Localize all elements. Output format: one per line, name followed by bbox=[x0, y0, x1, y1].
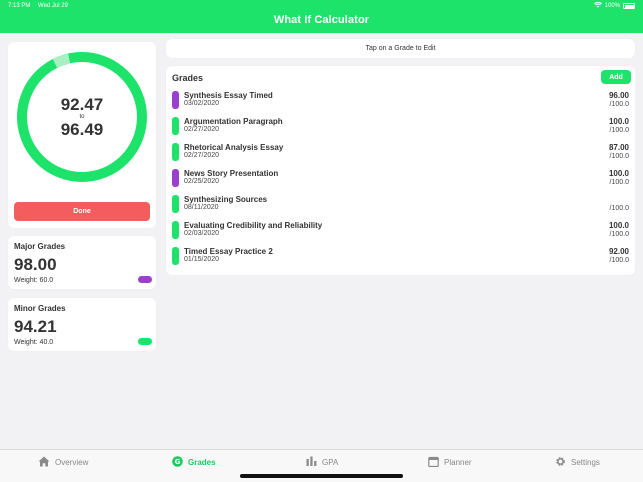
home-icon bbox=[38, 456, 50, 469]
grade-type-indicator bbox=[172, 195, 179, 213]
tab-label: Settings bbox=[571, 457, 600, 467]
major-grades-card[interactable]: Major Grades 98.00 Weight: 60.0 bbox=[8, 236, 156, 289]
grade-name: Evaluating Credibility and Reliability bbox=[184, 221, 323, 230]
grade-date: 01/15/2020 bbox=[184, 256, 220, 263]
grade-type-indicator bbox=[172, 91, 179, 109]
add-grade-button[interactable]: Add bbox=[601, 70, 631, 84]
major-grades-title: Major Grades bbox=[14, 242, 66, 251]
minor-grades-title: Minor Grades bbox=[14, 304, 66, 313]
tap-hint-banner: Tap on a Grade to Edit bbox=[166, 39, 635, 58]
tab-grades[interactable]: G Grades bbox=[172, 455, 216, 469]
battery-percent: 100% bbox=[604, 3, 620, 9]
grade-type-indicator bbox=[172, 247, 179, 265]
minor-grades-value: 94.21 bbox=[14, 317, 57, 336]
app-header: 7:13 PM Wed Jul 29 100% What If Calculat… bbox=[0, 0, 643, 33]
major-grades-value: 98.00 bbox=[14, 255, 57, 274]
grade-name: Timed Essay Practice 2 bbox=[184, 247, 273, 256]
calendar-icon bbox=[428, 456, 439, 469]
grade-max: /100.0 bbox=[609, 205, 629, 212]
grade-score: 100.0 bbox=[608, 221, 629, 230]
grade-row[interactable]: Timed Essay Practice 2 01/15/2020 92.00 … bbox=[166, 247, 635, 271]
grade-name: Argumentation Paragraph bbox=[184, 117, 283, 126]
grade-date: 08/11/2020 bbox=[184, 204, 219, 211]
grade-range-card: 92.47 to 96.49 Done bbox=[8, 42, 156, 228]
minor-color-indicator bbox=[138, 338, 152, 345]
tab-bar: Overview G Grades GPA Planner Settings bbox=[0, 449, 643, 482]
status-date: Wed Jul 29 bbox=[38, 3, 68, 9]
minor-grades-weight: Weight: 40.0 bbox=[14, 339, 54, 346]
grade-row[interactable]: Synthesizing Sources 08/11/2020 /100.0 bbox=[166, 195, 635, 219]
tab-settings[interactable]: Settings bbox=[555, 455, 600, 469]
grade-max: /100.0 bbox=[609, 101, 629, 108]
grade-name: Synthesis Essay Timed bbox=[184, 91, 273, 100]
grade-row[interactable]: Argumentation Paragraph 02/27/2020 100.0… bbox=[166, 117, 635, 141]
grade-max: /100.0 bbox=[609, 179, 629, 186]
grade-max: /100.0 bbox=[609, 153, 629, 160]
status-time: 7:13 PM bbox=[8, 3, 31, 9]
bar-chart-icon bbox=[306, 456, 317, 468]
grade-row[interactable]: Rhetorical Analysis Essay 02/27/2020 87.… bbox=[166, 143, 635, 167]
tab-overview[interactable]: Overview bbox=[38, 455, 88, 469]
range-high: 96.49 bbox=[60, 120, 104, 139]
grade-date: 02/03/2020 bbox=[184, 230, 220, 237]
gear-icon bbox=[555, 456, 566, 469]
grade-score: 87.00 bbox=[608, 143, 629, 152]
minor-grades-card[interactable]: Minor Grades 94.21 Weight: 40.0 bbox=[8, 298, 156, 351]
tab-label: Overview bbox=[55, 457, 89, 467]
grade-row[interactable]: Synthesis Essay Timed 03/02/2020 96.00 /… bbox=[166, 91, 635, 115]
major-grades-weight: Weight: 60.0 bbox=[14, 277, 54, 284]
grade-max: /100.0 bbox=[609, 257, 629, 264]
grade-max: /100.0 bbox=[609, 127, 629, 134]
grade-name: Rhetorical Analysis Essay bbox=[184, 143, 284, 152]
battery-icon bbox=[623, 3, 635, 9]
status-bar: 7:13 PM Wed Jul 29 100% bbox=[8, 1, 635, 10]
grade-name: News Story Presentation bbox=[184, 169, 279, 178]
grade-type-indicator bbox=[172, 169, 179, 187]
grade-ring: 92.47 to 96.49 bbox=[15, 50, 149, 184]
grade-date: 02/25/2020 bbox=[184, 178, 220, 185]
grades-icon: G bbox=[172, 455, 183, 469]
tab-planner[interactable]: Planner bbox=[428, 455, 472, 469]
grade-date: 02/27/2020 bbox=[184, 152, 220, 159]
grade-max: /100.0 bbox=[609, 231, 629, 238]
grade-row[interactable]: News Story Presentation 02/25/2020 100.0… bbox=[166, 169, 635, 193]
done-button[interactable]: Done bbox=[14, 202, 150, 221]
grade-score: 100.0 bbox=[608, 117, 629, 126]
grade-date: 03/02/2020 bbox=[184, 100, 220, 107]
grade-score: 100.0 bbox=[608, 169, 629, 178]
tab-label: Grades bbox=[188, 457, 216, 467]
wifi-icon bbox=[593, 1, 602, 10]
grade-score: 96.00 bbox=[608, 91, 629, 100]
major-color-indicator bbox=[138, 276, 152, 283]
grade-type-indicator bbox=[172, 221, 179, 239]
grade-type-indicator bbox=[172, 143, 179, 161]
home-indicator bbox=[240, 474, 403, 478]
grade-date: 02/27/2020 bbox=[184, 126, 220, 133]
grade-type-indicator bbox=[172, 117, 179, 135]
tab-label: GPA bbox=[322, 457, 339, 467]
grade-score: 92.00 bbox=[608, 247, 629, 256]
grade-name: Synthesizing Sources bbox=[184, 195, 268, 204]
tab-gpa[interactable]: GPA bbox=[306, 455, 338, 469]
page-title: What If Calculator bbox=[273, 14, 370, 26]
grades-title: Grades bbox=[172, 73, 204, 83]
range-low: 92.47 bbox=[60, 95, 104, 114]
grades-list-card: Grades Add Synthesis Essay Timed 03/02/2… bbox=[166, 66, 635, 275]
grade-row[interactable]: Evaluating Credibility and Reliability 0… bbox=[166, 221, 635, 245]
svg-text:G: G bbox=[175, 458, 181, 466]
tab-label: Planner bbox=[444, 457, 472, 467]
